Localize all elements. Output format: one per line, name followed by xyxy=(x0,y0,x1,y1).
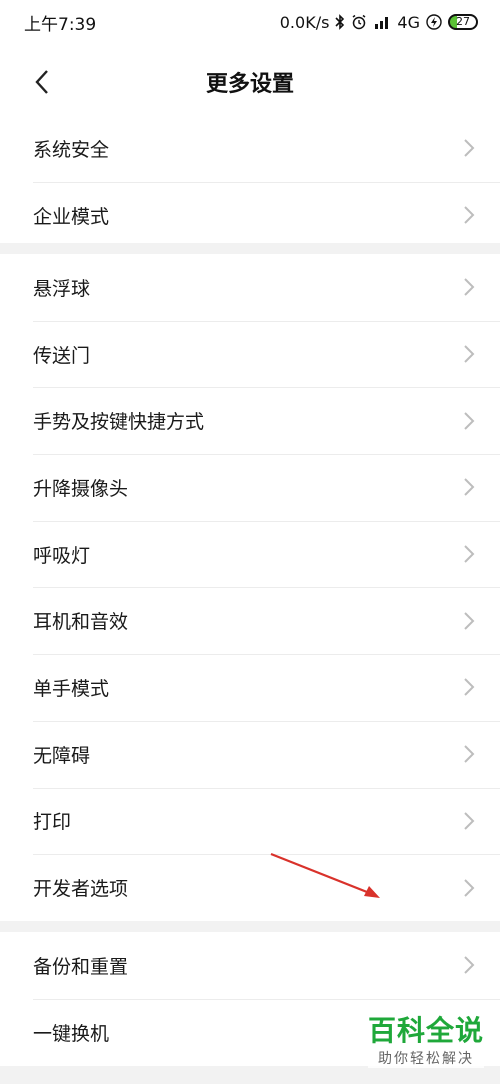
settings-row-popup-camera[interactable]: 升降摄像头 xyxy=(0,454,500,521)
row-label: 耳机和音效 xyxy=(33,611,129,634)
chevron-right-icon xyxy=(464,678,475,697)
settings-row-one-handed-mode[interactable]: 单手模式 xyxy=(0,654,500,721)
row-label: 单手模式 xyxy=(33,677,110,700)
watermark-title: 百科全说 xyxy=(367,1014,484,1047)
settings-row-accessibility[interactable]: 无障碍 xyxy=(0,720,500,788)
chevron-right-icon xyxy=(464,139,475,158)
page-title: 更多设置 xyxy=(205,72,294,97)
chevron-right-icon xyxy=(464,878,475,897)
settings-group-1: 系统安全 企业模式 xyxy=(0,115,500,249)
chevron-right-icon xyxy=(464,545,475,563)
chevron-right-icon xyxy=(464,206,475,224)
row-label: 备份和重置 xyxy=(33,955,129,978)
charging-icon xyxy=(426,14,442,30)
settings-row-system-security[interactable]: 系统安全 xyxy=(0,115,500,182)
settings-row-floating-ball[interactable]: 悬浮球 xyxy=(0,254,500,321)
chevron-right-icon xyxy=(464,956,475,975)
chevron-right-icon xyxy=(464,478,475,497)
chevron-right-icon xyxy=(464,345,475,363)
section-divider xyxy=(0,921,500,932)
section-divider xyxy=(0,243,500,254)
alarm-icon xyxy=(351,14,367,30)
chevron-right-icon xyxy=(464,278,475,297)
settings-row-developer-options[interactable]: 开发者选项 xyxy=(0,854,500,921)
net-speed: 0.0K/s xyxy=(279,12,330,32)
row-label: 传送门 xyxy=(33,344,91,367)
chevron-right-icon xyxy=(464,612,475,630)
bottom-divider xyxy=(0,1066,500,1084)
row-label: 无障碍 xyxy=(33,744,91,767)
network-type: 4G xyxy=(397,12,420,32)
row-label: 呼吸灯 xyxy=(33,544,91,567)
watermark-subtitle: 助你轻松解决 xyxy=(377,1051,474,1067)
row-label: 升降摄像头 xyxy=(33,477,129,500)
header: 更多设置 xyxy=(0,52,500,112)
row-label: 悬浮球 xyxy=(33,277,91,300)
settings-row-backup-reset[interactable]: 备份和重置 xyxy=(0,932,500,999)
back-button[interactable] xyxy=(22,62,62,102)
row-label: 手势及按键快捷方式 xyxy=(33,411,205,434)
battery-indicator: 27 xyxy=(448,14,478,30)
signal-icon xyxy=(373,14,391,30)
chevron-right-icon xyxy=(464,812,475,830)
settings-row-enterprise-mode[interactable]: 企业模式 xyxy=(0,181,500,249)
settings-row-portal[interactable]: 传送门 xyxy=(0,320,500,388)
row-label: 系统安全 xyxy=(33,138,110,161)
chevron-right-icon xyxy=(464,412,475,430)
status-icons: 0.0K/s 4G 27 xyxy=(280,13,478,32)
status-time: 上午7:39 xyxy=(24,14,97,35)
chevron-right-icon xyxy=(464,745,475,763)
watermark: 百科全说 助你轻松解决 xyxy=(367,1014,484,1068)
settings-row-headphones-audio[interactable]: 耳机和音效 xyxy=(0,587,500,654)
row-label: 企业模式 xyxy=(33,205,110,228)
status-bar: 上午7:39 0.0K/s 4G 27 xyxy=(0,0,500,44)
settings-row-breathing-light[interactable]: 呼吸灯 xyxy=(0,520,500,588)
bluetooth-icon xyxy=(335,14,345,30)
row-label: 一键换机 xyxy=(33,1022,110,1045)
settings-row-print[interactable]: 打印 xyxy=(0,787,500,855)
row-label: 开发者选项 xyxy=(33,878,129,901)
back-arrow-icon xyxy=(35,70,48,94)
settings-group-2: 悬浮球 传送门 手势及按键快捷方式 升降摄像头 呼吸灯 耳机和音效 单手模式 无… xyxy=(0,254,500,921)
row-label: 打印 xyxy=(33,811,72,834)
settings-row-gesture-shortcuts[interactable]: 手势及按键快捷方式 xyxy=(0,387,500,454)
